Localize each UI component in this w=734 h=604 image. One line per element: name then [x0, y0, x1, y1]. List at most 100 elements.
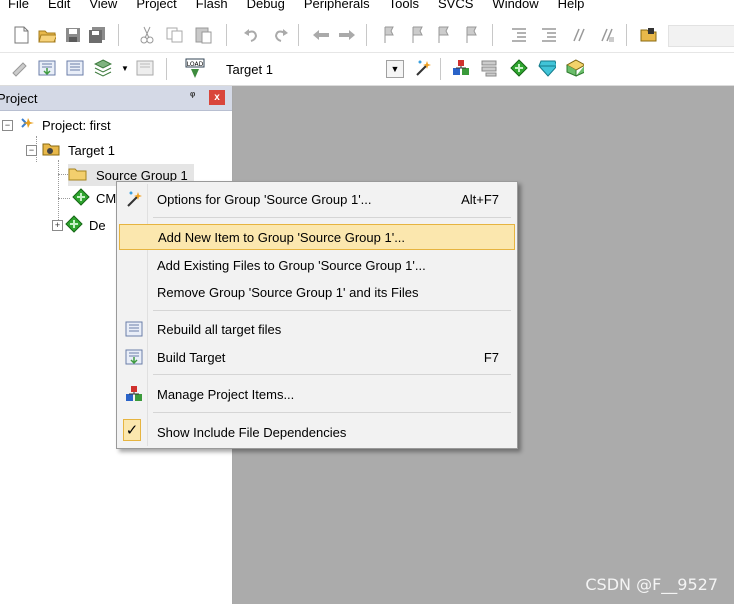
tree-label-project: Project: first [42, 117, 111, 133]
menu-project[interactable]: Project [128, 0, 187, 11]
stop-build-icon[interactable] [136, 59, 154, 77]
outdent-icon[interactable] [540, 26, 558, 44]
tree-line [58, 198, 70, 199]
chevron-down-icon[interactable]: ▼ [116, 59, 134, 77]
target-select[interactable]: Target 1 ▼ [218, 57, 408, 81]
translate-icon[interactable] [10, 59, 28, 77]
menu-item-build-target[interactable]: Build Target F7 [119, 344, 515, 370]
menu-separator [153, 217, 511, 218]
toolbar-separator [166, 58, 167, 80]
find-combo[interactable] [668, 25, 734, 47]
bookmark-icon[interactable] [380, 26, 398, 44]
menu-bar: File Edit View Project Flash Debug Perip… [0, 0, 734, 14]
menu-view[interactable]: View [81, 0, 128, 11]
menu-item-add-new-item[interactable]: Add New Item to Group 'Source Group 1'..… [119, 224, 515, 250]
target-select-value: Target 1 [226, 61, 273, 77]
menu-file[interactable]: File [0, 0, 40, 11]
build-icon[interactable] [38, 59, 56, 77]
manage-rte-icon[interactable] [510, 59, 528, 77]
undo-icon[interactable] [242, 26, 260, 44]
magic-wand-icon [125, 190, 143, 208]
save-icon[interactable] [64, 26, 82, 44]
toolbar-separator [298, 24, 299, 46]
collapse-icon[interactable]: − [2, 119, 13, 131]
tree-item-cmsis[interactable]: CM [72, 187, 116, 209]
menu-item-label: Add New Item to Group 'Source Group 1'..… [158, 229, 406, 245]
tree-item-project[interactable]: − Project: first [2, 114, 111, 136]
navigate-forward-icon[interactable] [338, 26, 356, 44]
select-packs-icon[interactable] [480, 59, 498, 77]
indent-icon[interactable] [510, 26, 528, 44]
menu-edit[interactable]: Edit [40, 0, 81, 11]
collapse-icon[interactable]: − [26, 144, 37, 156]
cut-icon[interactable] [138, 26, 156, 44]
pack-installer-icon[interactable] [538, 59, 556, 77]
toolbar-separator [118, 24, 119, 46]
menu-tools[interactable]: Tools [381, 0, 430, 11]
menu-help[interactable]: Help [550, 0, 596, 11]
menu-item-options-for-group[interactable]: Options for Group 'Source Group 1'... Al… [119, 186, 515, 212]
menu-separator [153, 412, 511, 413]
rte-component-icon [72, 187, 90, 209]
menu-item-manage-project-items[interactable]: Manage Project Items... [119, 381, 515, 407]
new-file-icon[interactable] [12, 26, 30, 44]
bookmark-clear-icon[interactable] [462, 26, 480, 44]
menu-debug[interactable]: Debug [239, 0, 296, 11]
menu-item-rebuild-all[interactable]: Rebuild all target files [119, 316, 515, 342]
menu-item-label: Manage Project Items... [157, 386, 295, 402]
pin-icon[interactable]: ᵠ [190, 90, 195, 102]
menu-item-label: Options for Group 'Source Group 1'... [157, 191, 372, 207]
close-icon[interactable]: x [209, 90, 225, 105]
tree-label-cmsis: CM [96, 190, 117, 206]
navigate-back-icon[interactable] [312, 26, 330, 44]
redo-icon[interactable] [272, 26, 290, 44]
build-icon [125, 348, 143, 366]
menu-window[interactable]: Window [484, 0, 549, 11]
tree-label-target: Target 1 [68, 142, 115, 158]
bookmark-next-icon[interactable] [434, 26, 452, 44]
folder-icon [68, 166, 88, 185]
project-icon [18, 116, 36, 135]
load-label: LOAD [187, 61, 204, 68]
menu-item-label: Remove Group 'Source Group 1' and its Fi… [157, 284, 419, 300]
checkmark-icon: ✓ [123, 419, 141, 441]
menu-item-label: Rebuild all target files [157, 321, 282, 337]
menu-item-add-existing-files[interactable]: Add Existing Files to Group 'Source Grou… [119, 252, 515, 278]
menu-item-remove-group[interactable]: Remove Group 'Source Group 1' and its Fi… [119, 279, 515, 305]
toolbar-separator [492, 24, 493, 46]
comment-icon[interactable] [570, 26, 588, 44]
menu-peripherals[interactable]: Peripherals [296, 0, 381, 11]
open-folder-icon[interactable] [38, 26, 56, 44]
toolbar-separator [366, 24, 367, 46]
paste-icon[interactable] [194, 26, 212, 44]
menu-item-show-include-deps[interactable]: ✓ Show Include File Dependencies [119, 419, 515, 445]
project-panel-header: Project ᵠ x [0, 86, 232, 111]
context-menu: Options for Group 'Source Group 1'... Al… [116, 181, 518, 449]
menu-item-shortcut: F7 [483, 349, 499, 365]
menu-separator [153, 310, 511, 311]
uncomment-icon[interactable] [598, 26, 616, 44]
build-toolbar: ▼ LOAD Target 1 ▼ [0, 53, 734, 86]
bookmark-prev-icon[interactable] [408, 26, 426, 44]
target-options-wand-icon[interactable] [414, 59, 432, 77]
menu-flash[interactable]: Flash [188, 0, 239, 11]
batch-build-icon[interactable] [94, 59, 112, 77]
expand-icon[interactable]: + [52, 219, 63, 231]
tree-item-target[interactable]: − Target 1 [26, 139, 115, 161]
menu-svcs[interactable]: SVCS [430, 0, 484, 11]
copy-icon[interactable] [166, 26, 184, 44]
chevron-down-icon[interactable]: ▼ [386, 60, 404, 78]
toolbar-separator [626, 24, 627, 46]
save-all-icon[interactable] [88, 26, 106, 44]
rebuild-icon[interactable] [66, 59, 84, 77]
download-icon[interactable]: LOAD [184, 58, 206, 80]
pack-installer-box-icon[interactable] [566, 59, 584, 77]
manage-project-items-icon[interactable] [452, 59, 470, 77]
watermark: CSDN @F__9527 [585, 575, 718, 594]
tree-item-device[interactable]: + De [52, 214, 106, 236]
toolbar-separator [226, 24, 227, 46]
rte-component-icon [65, 214, 83, 236]
find-in-files-icon[interactable] [640, 26, 658, 44]
manage-project-items-icon [125, 385, 143, 403]
file-toolbar [0, 18, 734, 53]
